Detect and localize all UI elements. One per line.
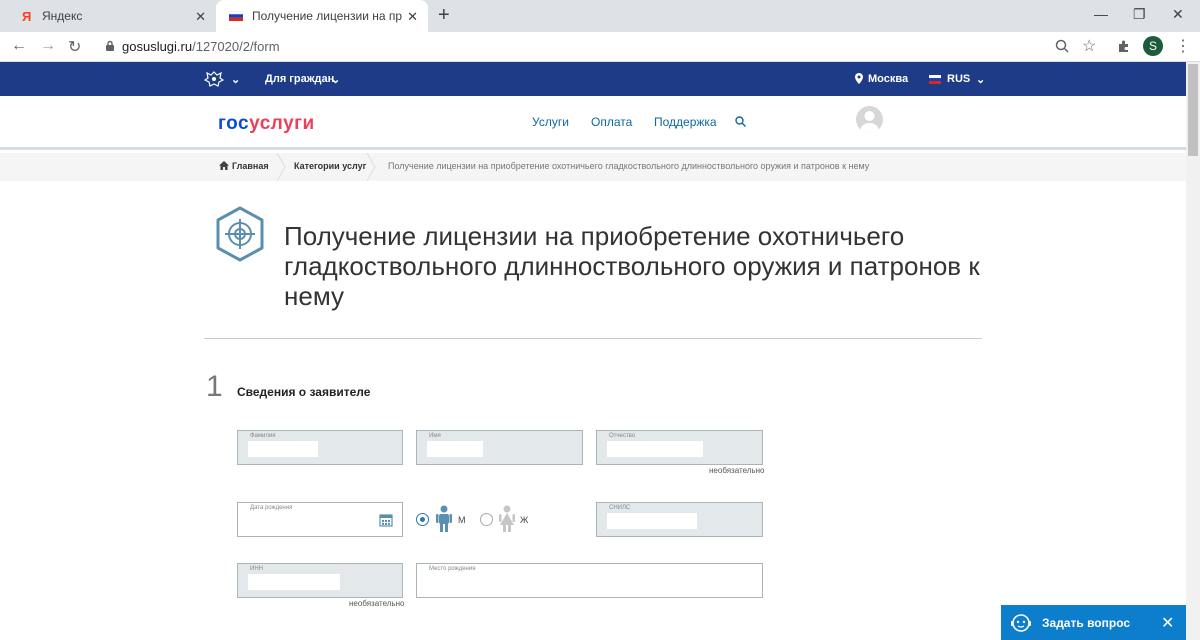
nav-services[interactable]: Услуги [532,115,569,129]
logo-part1: гос [218,113,250,134]
field-value [248,441,318,457]
breadcrumb-separator [276,153,286,181]
russia-flag-icon [228,8,244,24]
breadcrumb: Главная Категории услуг Получение лиценз… [0,153,1186,181]
russia-flag-icon [929,75,941,84]
field-label: Дата рождения [250,505,293,511]
site-top-bar: ⌄ Для граждан ⌄ Москва RUS ⌄ [0,62,1186,96]
gender-male-radio[interactable] [416,513,429,526]
field-value [607,513,697,529]
scrollbar-thumb[interactable] [1188,64,1198,156]
birthplace-field[interactable]: Место рождения [416,563,763,598]
zoom-icon[interactable] [1055,39,1069,53]
lock-icon [106,40,114,51]
close-icon[interactable]: ✕ [1161,613,1174,633]
search-icon[interactable] [735,116,746,127]
step-number: 1 [206,370,223,403]
surname-field[interactable]: Фамилия [237,430,403,465]
gosuslugi-logo[interactable]: госуслуги [218,113,315,135]
user-avatar[interactable] [856,106,883,133]
home-icon [219,161,229,170]
gender-female-radio[interactable] [480,513,493,526]
chevron-down-icon[interactable]: ⌄ [231,73,240,86]
location-selector[interactable]: Москва [868,73,908,85]
birthdate-field[interactable]: Дата рождения [237,502,403,537]
gender-male-label: М [458,515,466,525]
audience-selector[interactable]: Для граждан [265,73,334,85]
chat-label: Задать вопрос [1042,616,1131,630]
calendar-icon[interactable] [379,513,393,527]
field-label: Место рождения [429,566,476,572]
tab-yandex[interactable]: Я Яндекс ✕ [0,0,216,32]
nav-payment[interactable]: Оплата [591,115,632,129]
coat-of-arms-icon[interactable] [204,70,224,88]
female-figure-icon [499,505,515,532]
gender-female-label: Ж [520,515,529,525]
patronymic-field[interactable]: Отчество [596,430,763,465]
menu-dots-icon[interactable]: ⋮ [1175,36,1191,56]
restore-icon[interactable]: ❐ [1133,6,1146,23]
extensions-icon[interactable] [1117,39,1131,53]
field-label: Имя [429,433,441,439]
nav-support[interactable]: Поддержка [654,115,717,129]
language-selector[interactable]: RUS [947,73,970,85]
chevron-down-icon[interactable]: ⌄ [976,73,985,86]
field-label: ИНН [250,566,263,572]
address-bar: ← → ↻ gosuslugi.ru/127020/2/form ☆ ⋮ [0,32,1200,62]
browser-tab-bar: Я Яндекс ✕ Получение лицензии на приобр … [0,0,1200,32]
back-icon[interactable]: ← [11,37,27,55]
target-icon [216,206,264,262]
new-tab-icon[interactable]: + [438,4,450,27]
name-field[interactable]: Имя [416,430,583,465]
field-label: Отчество [609,433,636,439]
chat-bot-icon [1011,614,1031,632]
url-host: gosuslugi.ru [122,39,193,54]
minimize-icon[interactable]: — [1094,6,1108,22]
forward-icon[interactable]: → [40,37,56,55]
bookmark-star-icon[interactable]: ☆ [1082,36,1096,56]
breadcrumb-current: Получение лицензии на приобретение охотн… [388,161,870,171]
inn-field[interactable]: ИНН [237,563,403,598]
profile-avatar[interactable]: S [1143,36,1163,56]
optional-note: необязательно [349,599,405,608]
divider [204,338,982,339]
site-header: госуслуги Услуги Оплата Поддержка [0,96,1186,150]
logo-part2: услуги [249,113,315,134]
field-value [427,441,483,457]
svg-text:Я: Я [22,9,31,23]
page-title: Получение лицензии на приобретение охотн… [284,221,980,311]
url-path: /127020/2/form [192,39,280,54]
breadcrumb-home[interactable]: Главная [232,161,269,171]
breadcrumb-separator [366,153,376,181]
tab-title: Получение лицензии на приобр [252,9,402,23]
location-pin-icon [855,73,863,84]
reload-icon[interactable]: ↻ [68,37,81,57]
tab-gosuslugi[interactable]: Получение лицензии на приобр ✕ [216,0,428,32]
breadcrumb-category[interactable]: Категории услуг [294,161,366,171]
field-value [607,441,703,457]
field-label: Фамилия [250,433,276,439]
snils-field[interactable]: СНИЛС [596,502,763,537]
close-tab-icon[interactable]: ✕ [407,9,418,25]
field-value [248,574,340,590]
step-heading: Сведения о заявителе [237,385,371,399]
tab-title: Яндекс [42,9,83,23]
close-window-icon[interactable]: ✕ [1172,6,1184,23]
optional-note: необязательно [709,466,765,475]
yandex-icon: Я [18,8,34,24]
male-figure-icon [436,505,452,532]
url-input[interactable]: gosuslugi.ru/127020/2/form [122,39,280,54]
chevron-down-icon[interactable]: ⌄ [331,73,340,86]
ask-question-widget[interactable]: Задать вопрос ✕ [1001,605,1186,640]
close-tab-icon[interactable]: ✕ [195,9,206,25]
field-label: СНИЛС [609,505,631,511]
